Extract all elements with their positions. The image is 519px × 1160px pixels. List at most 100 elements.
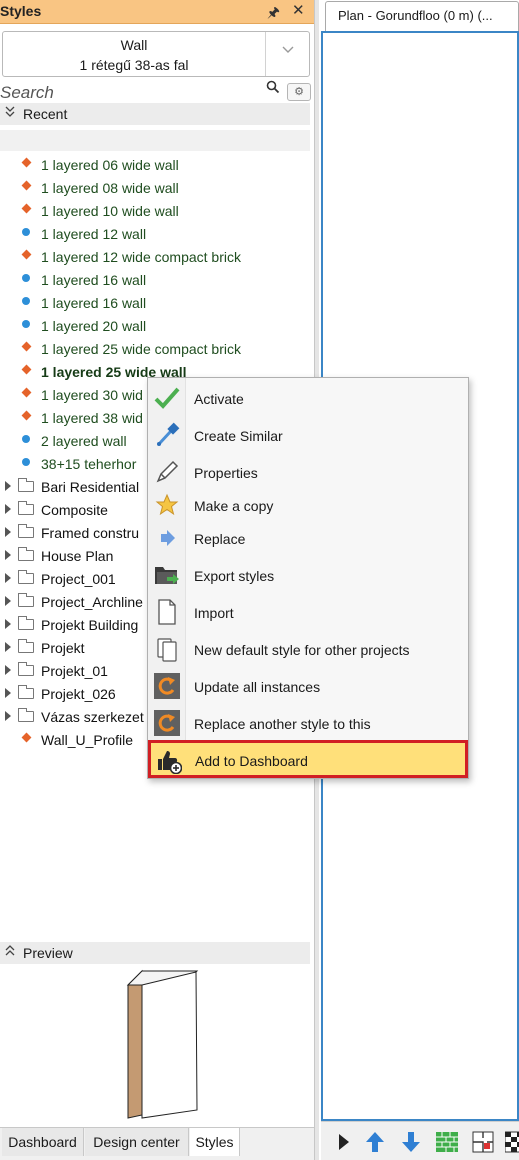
- expand-arrow-icon[interactable]: [5, 665, 11, 675]
- folder-icon: [18, 593, 34, 607]
- style-list-item-label: 1 layered 20 wall: [41, 318, 147, 334]
- tab-plan-view[interactable]: Plan - Gorundfloo (0 m) (...: [325, 1, 519, 31]
- style-list-item[interactable]: 1 layered 16 wall: [0, 292, 310, 314]
- expand-arrow-icon[interactable]: [5, 619, 11, 629]
- style-list-item-label: Wall_U_Profile: [41, 732, 134, 748]
- style-folder-label: Projekt_01: [41, 663, 108, 679]
- panel-header: Styles 🖈 ✕: [0, 0, 314, 24]
- star-icon: [153, 491, 181, 519]
- style-list-item[interactable]: 1 layered 16 wall: [0, 269, 310, 291]
- orange-diamond-icon: [21, 180, 32, 191]
- panel-title: Styles: [0, 3, 42, 19]
- style-list-item-label: 1 layered 16 wall: [41, 272, 147, 288]
- style-list-item-label: 1 layered 38 wid: [41, 410, 143, 426]
- orange-diamond-icon: [21, 249, 32, 260]
- menu-item-add-to-dashboard[interactable]: Add to Dashboard: [148, 740, 468, 778]
- floor-plan-icon[interactable]: [471, 1130, 495, 1154]
- search-input[interactable]: [0, 83, 262, 103]
- blue-dot-icon: [22, 274, 30, 282]
- expand-arrow-icon[interactable]: [5, 711, 11, 721]
- style-folder-label: Projekt: [41, 640, 85, 656]
- folder-icon: [18, 501, 34, 515]
- blue-dot-icon: [22, 458, 30, 466]
- style-type-dropdown[interactable]: Wall 1 rétegű 38-as fal: [2, 31, 310, 77]
- menu-item-update-all-instances[interactable]: Update all instances: [150, 669, 466, 703]
- style-folder-label: Project_001: [41, 571, 116, 587]
- expand-arrow-icon[interactable]: [5, 504, 11, 514]
- orange-diamond-icon: [21, 387, 32, 398]
- expand-arrow-icon[interactable]: [5, 573, 11, 583]
- check-icon: [153, 384, 181, 412]
- wall-preview-image: [126, 969, 199, 1119]
- menu-item-create-similar[interactable]: Create Similar: [150, 418, 466, 452]
- brick-wall-icon[interactable]: [435, 1130, 459, 1154]
- style-list-item[interactable]: 1 layered 25 wide compact brick: [0, 338, 310, 360]
- style-list-item-label: 1 layered 08 wide wall: [41, 180, 179, 196]
- bottom-tab-bar: Dashboard Design center Styles: [0, 1127, 314, 1160]
- menu-item-label: Export styles: [194, 568, 275, 584]
- menu-item-label: Update all instances: [194, 679, 321, 695]
- chevron-down-icon[interactable]: [265, 42, 311, 58]
- menu-item-export-styles[interactable]: Export styles: [150, 558, 466, 592]
- style-list-item[interactable]: 1 layered 10 wide wall: [0, 200, 310, 222]
- context-menu: Activate Create Similar Properties Make a c…: [147, 377, 469, 779]
- tab-design-center[interactable]: Design center: [85, 1128, 189, 1156]
- orange-diamond-icon: [21, 410, 32, 421]
- recent-section-header[interactable]: Recent: [0, 103, 310, 125]
- folder-icon: [18, 639, 34, 653]
- copy-pages-icon: [153, 635, 181, 663]
- gear-icon[interactable]: ⚙: [287, 83, 311, 101]
- style-folder-label: Project_Archline: [41, 594, 143, 610]
- checker-icon[interactable]: [505, 1130, 519, 1154]
- search-icon[interactable]: [266, 80, 280, 97]
- style-folder-label: Projekt_026: [41, 686, 116, 702]
- blue-dot-icon: [22, 297, 30, 305]
- close-icon[interactable]: ✕: [292, 1, 305, 19]
- expand-arrow-icon[interactable]: [5, 642, 11, 652]
- menu-item-replace[interactable]: Replace: [150, 521, 466, 555]
- style-list-item[interactable]: 1 layered 20 wall: [0, 315, 310, 337]
- style-list-item-label: 1 layered 30 wid: [41, 387, 143, 403]
- arrow-up-icon[interactable]: [363, 1130, 387, 1154]
- arrow-down-icon[interactable]: [399, 1130, 423, 1154]
- folder-icon: [18, 570, 34, 584]
- folder-icon: [18, 616, 34, 630]
- folder-icon: [18, 524, 34, 538]
- style-list-item[interactable]: 1 layered 12 wall: [0, 223, 310, 245]
- folder-icon: [18, 547, 34, 561]
- expand-arrow-icon[interactable]: [5, 596, 11, 606]
- expand-arrow-icon[interactable]: [5, 550, 11, 560]
- menu-item-replace-another-style-to-this[interactable]: Replace another style to this: [150, 706, 466, 740]
- style-list-item-label: 1 layered 10 wide wall: [41, 203, 179, 219]
- menu-item-make-a-copy[interactable]: Make a copy: [150, 488, 466, 522]
- tab-styles[interactable]: Styles: [190, 1128, 240, 1156]
- play-icon[interactable]: [331, 1130, 355, 1154]
- folder-icon: [18, 708, 34, 722]
- menu-item-properties[interactable]: Properties: [150, 455, 466, 489]
- style-list-item[interactable]: 1 layered 12 wide compact brick: [0, 246, 310, 268]
- style-folder-label: Bari Residential: [41, 479, 140, 495]
- style-category: Wall: [120, 37, 148, 53]
- folder-icon: [18, 478, 34, 492]
- double-chevron-up-icon: [4, 944, 16, 961]
- style-folder-label: House Plan: [41, 548, 114, 564]
- preview-section-header[interactable]: Preview: [0, 942, 310, 964]
- expand-arrow-icon[interactable]: [5, 688, 11, 698]
- menu-item-new-default-style-for-other-projects[interactable]: New default style for other projects: [150, 632, 466, 666]
- menu-item-activate[interactable]: Activate: [150, 381, 466, 415]
- recent-empty-row: [0, 130, 310, 151]
- style-list-item-label: 1 layered 16 wall: [41, 295, 147, 311]
- blue-dot-icon: [22, 228, 30, 236]
- menu-item-label: Activate: [194, 391, 244, 407]
- double-chevron-down-icon: [4, 105, 16, 122]
- blue-dot-icon: [22, 320, 30, 328]
- tab-dashboard[interactable]: Dashboard: [2, 1128, 84, 1156]
- expand-arrow-icon[interactable]: [5, 527, 11, 537]
- expand-arrow-icon[interactable]: [5, 481, 11, 491]
- menu-item-label: Create Similar: [194, 428, 283, 444]
- style-list-item[interactable]: 1 layered 08 wide wall: [0, 177, 310, 199]
- pin-icon[interactable]: 🖈: [267, 2, 280, 26]
- menu-item-import[interactable]: Import: [150, 595, 466, 629]
- menu-item-label: Import: [194, 605, 234, 621]
- style-list-item[interactable]: 1 layered 06 wide wall: [0, 154, 310, 176]
